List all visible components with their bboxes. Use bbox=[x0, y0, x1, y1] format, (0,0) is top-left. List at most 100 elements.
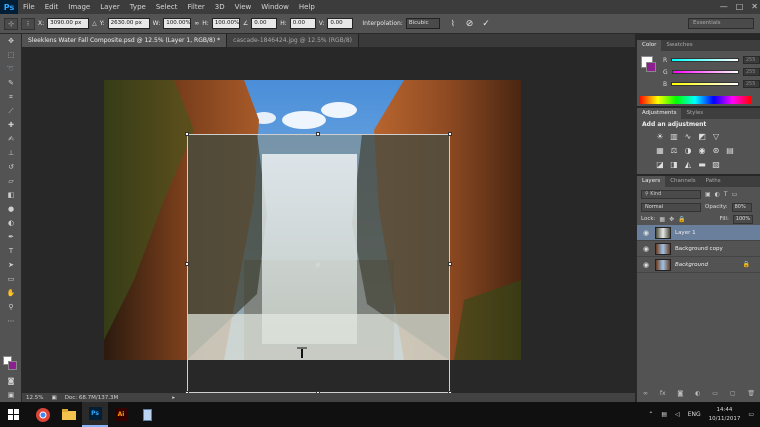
vibrance-icon[interactable]: ▽ bbox=[711, 132, 721, 142]
tab-channels[interactable]: Channels bbox=[665, 176, 700, 187]
interpolation-select[interactable]: Bicubic bbox=[405, 18, 440, 29]
tab-cascade[interactable]: cascade-1846424.jpg @ 12.5% (RGB/8) bbox=[227, 34, 359, 47]
curves-icon[interactable]: ∿ bbox=[683, 132, 693, 142]
path-select-tool-icon[interactable]: ➤ bbox=[0, 258, 22, 272]
chrome-taskbar-icon[interactable] bbox=[30, 402, 56, 427]
x-position-field[interactable]: 3090.00 px bbox=[47, 18, 90, 29]
lock-pixels-icon[interactable]: ▦ bbox=[659, 216, 665, 223]
blur-tool-icon[interactable]: ● bbox=[0, 202, 22, 216]
hand-tool-icon[interactable]: ✋ bbox=[0, 286, 22, 300]
photo-filter-icon[interactable]: ◉ bbox=[697, 146, 707, 156]
layer-name[interactable]: Layer 1 bbox=[675, 230, 696, 236]
transform-handle-right[interactable] bbox=[448, 262, 452, 266]
red-value[interactable]: 255 bbox=[742, 56, 760, 64]
opacity-field[interactable]: 80% bbox=[731, 202, 752, 212]
blue-value[interactable]: 255 bbox=[742, 80, 760, 88]
volume-icon[interactable]: ◁ bbox=[675, 411, 680, 418]
channel-mixer-icon[interactable]: ⊛ bbox=[711, 146, 721, 156]
language-indicator[interactable]: ENG bbox=[688, 411, 701, 418]
marquee-tool-icon[interactable]: ⬚ bbox=[0, 48, 22, 62]
eraser-tool-icon[interactable]: ▱ bbox=[0, 174, 22, 188]
free-transform-box[interactable]: ⊕ bbox=[185, 132, 452, 393]
menu-help[interactable]: Help bbox=[294, 0, 320, 14]
lock-position-icon[interactable]: ✥ bbox=[669, 216, 674, 223]
delete-layer-icon[interactable]: 🗑 bbox=[747, 390, 755, 400]
color-balance-icon[interactable]: ⚖ bbox=[669, 146, 679, 156]
selective-color-icon[interactable]: ▧ bbox=[711, 160, 721, 170]
crop-tool-icon[interactable]: ⌗ bbox=[0, 90, 22, 104]
filter-adjust-icon[interactable]: ◐ bbox=[715, 191, 720, 198]
visibility-eye-icon[interactable]: ◉ bbox=[641, 245, 651, 253]
exposure-icon[interactable]: ◩ bbox=[697, 132, 707, 142]
color-swatches[interactable] bbox=[3, 356, 17, 370]
warp-mode-icon[interactable]: ⌇ bbox=[451, 19, 455, 28]
layer-style-icon[interactable]: fx bbox=[660, 390, 666, 400]
link-layers-icon[interactable]: ∞ bbox=[643, 390, 648, 400]
transform-tool-icon[interactable]: ⊹ bbox=[4, 17, 18, 30]
menu-select[interactable]: Select bbox=[151, 0, 183, 14]
menu-layer[interactable]: Layer bbox=[95, 0, 125, 14]
type-tool-icon[interactable]: T bbox=[0, 244, 22, 258]
stamp-tool-icon[interactable]: ⊥ bbox=[0, 146, 22, 160]
h-skew-field[interactable]: 0.00 bbox=[289, 18, 316, 29]
clock[interactable]: 14:44 10/11/2017 bbox=[709, 406, 741, 424]
dodge-tool-icon[interactable]: ◐ bbox=[0, 216, 22, 230]
layer-name[interactable]: Background copy bbox=[675, 246, 723, 252]
workspace-select[interactable]: Essentials bbox=[688, 18, 754, 29]
cancel-transform-icon[interactable]: ⊘ bbox=[466, 19, 474, 29]
tab-styles[interactable]: Styles bbox=[681, 108, 708, 119]
quick-select-tool-icon[interactable]: ✎ bbox=[0, 76, 22, 90]
tab-swatches[interactable]: Swatches bbox=[661, 40, 697, 51]
color-lookup-icon[interactable]: ▤ bbox=[725, 146, 735, 156]
tab-adjustments[interactable]: Adjustments bbox=[637, 108, 682, 119]
posterize-icon[interactable]: ◨ bbox=[669, 160, 679, 170]
zoom-tool-icon[interactable]: ⚲ bbox=[0, 300, 22, 314]
reference-point-icon[interactable]: ⁝ bbox=[21, 17, 35, 30]
move-tool-icon[interactable]: ✥ bbox=[0, 34, 22, 48]
tab-waterfall-composite[interactable]: Sleeklens Water Fall Composite.psd @ 12.… bbox=[22, 34, 228, 47]
layer-row-background-copy[interactable]: ◉ Background copy bbox=[637, 241, 760, 257]
background-color-swatch[interactable] bbox=[8, 361, 17, 370]
notepad-taskbar-icon[interactable] bbox=[134, 402, 160, 427]
color-background-swatch[interactable] bbox=[646, 62, 656, 72]
more-tools-icon[interactable]: ⋯ bbox=[0, 314, 22, 328]
windows-start-button[interactable] bbox=[0, 402, 26, 427]
green-slider[interactable] bbox=[671, 70, 739, 74]
lock-all-icon[interactable]: 🔒 bbox=[678, 216, 685, 223]
visibility-eye-icon[interactable]: ◉ bbox=[641, 261, 651, 269]
menu-3d[interactable]: 3D bbox=[210, 0, 230, 14]
transform-handle-left[interactable] bbox=[185, 262, 189, 266]
color-spectrum[interactable] bbox=[639, 96, 751, 104]
screen-mode-icon[interactable]: ▣ bbox=[0, 388, 22, 402]
notifications-icon[interactable]: ▭ bbox=[748, 411, 754, 418]
photoshop-taskbar-icon[interactable]: Ps bbox=[82, 402, 108, 427]
invert-icon[interactable]: ◪ bbox=[655, 160, 665, 170]
red-slider[interactable] bbox=[671, 58, 739, 62]
filter-type-icon[interactable]: T bbox=[724, 191, 728, 198]
history-brush-tool-icon[interactable]: ↺ bbox=[0, 160, 22, 174]
tab-layers[interactable]: Layers bbox=[637, 176, 666, 187]
maximize-button[interactable]: □ bbox=[736, 0, 744, 14]
v-skew-field[interactable]: 0.00 bbox=[327, 18, 354, 29]
levels-icon[interactable]: ▥ bbox=[669, 132, 679, 142]
layer-row-background[interactable]: ◉ Background 🔒 bbox=[637, 257, 760, 273]
transform-handle-top-right[interactable] bbox=[448, 132, 452, 136]
menu-filter[interactable]: Filter bbox=[182, 0, 209, 14]
gradient-map-icon[interactable]: ▬ bbox=[697, 160, 707, 170]
network-icon[interactable]: ▤ bbox=[661, 411, 667, 418]
threshold-icon[interactable]: ◭ bbox=[683, 160, 693, 170]
brush-tool-icon[interactable]: ✍ bbox=[0, 132, 22, 146]
minimize-button[interactable]: — bbox=[720, 0, 728, 14]
hue-saturation-icon[interactable]: ▦ bbox=[655, 146, 665, 156]
new-adjustment-icon[interactable]: ◐ bbox=[695, 390, 700, 400]
menu-image[interactable]: Image bbox=[63, 0, 95, 14]
tab-paths[interactable]: Paths bbox=[701, 176, 726, 187]
blue-slider[interactable] bbox=[671, 82, 739, 86]
layer-name[interactable]: Background bbox=[675, 262, 708, 268]
healing-tool-icon[interactable]: ✚ bbox=[0, 118, 22, 132]
menu-edit[interactable]: Edit bbox=[40, 0, 64, 14]
pen-tool-icon[interactable]: ✒ bbox=[0, 230, 22, 244]
menu-type[interactable]: Type bbox=[125, 0, 151, 14]
transform-center-icon[interactable]: ⊕ bbox=[315, 261, 321, 269]
layer-filter-select[interactable]: ⚲ Kind bbox=[641, 189, 701, 199]
